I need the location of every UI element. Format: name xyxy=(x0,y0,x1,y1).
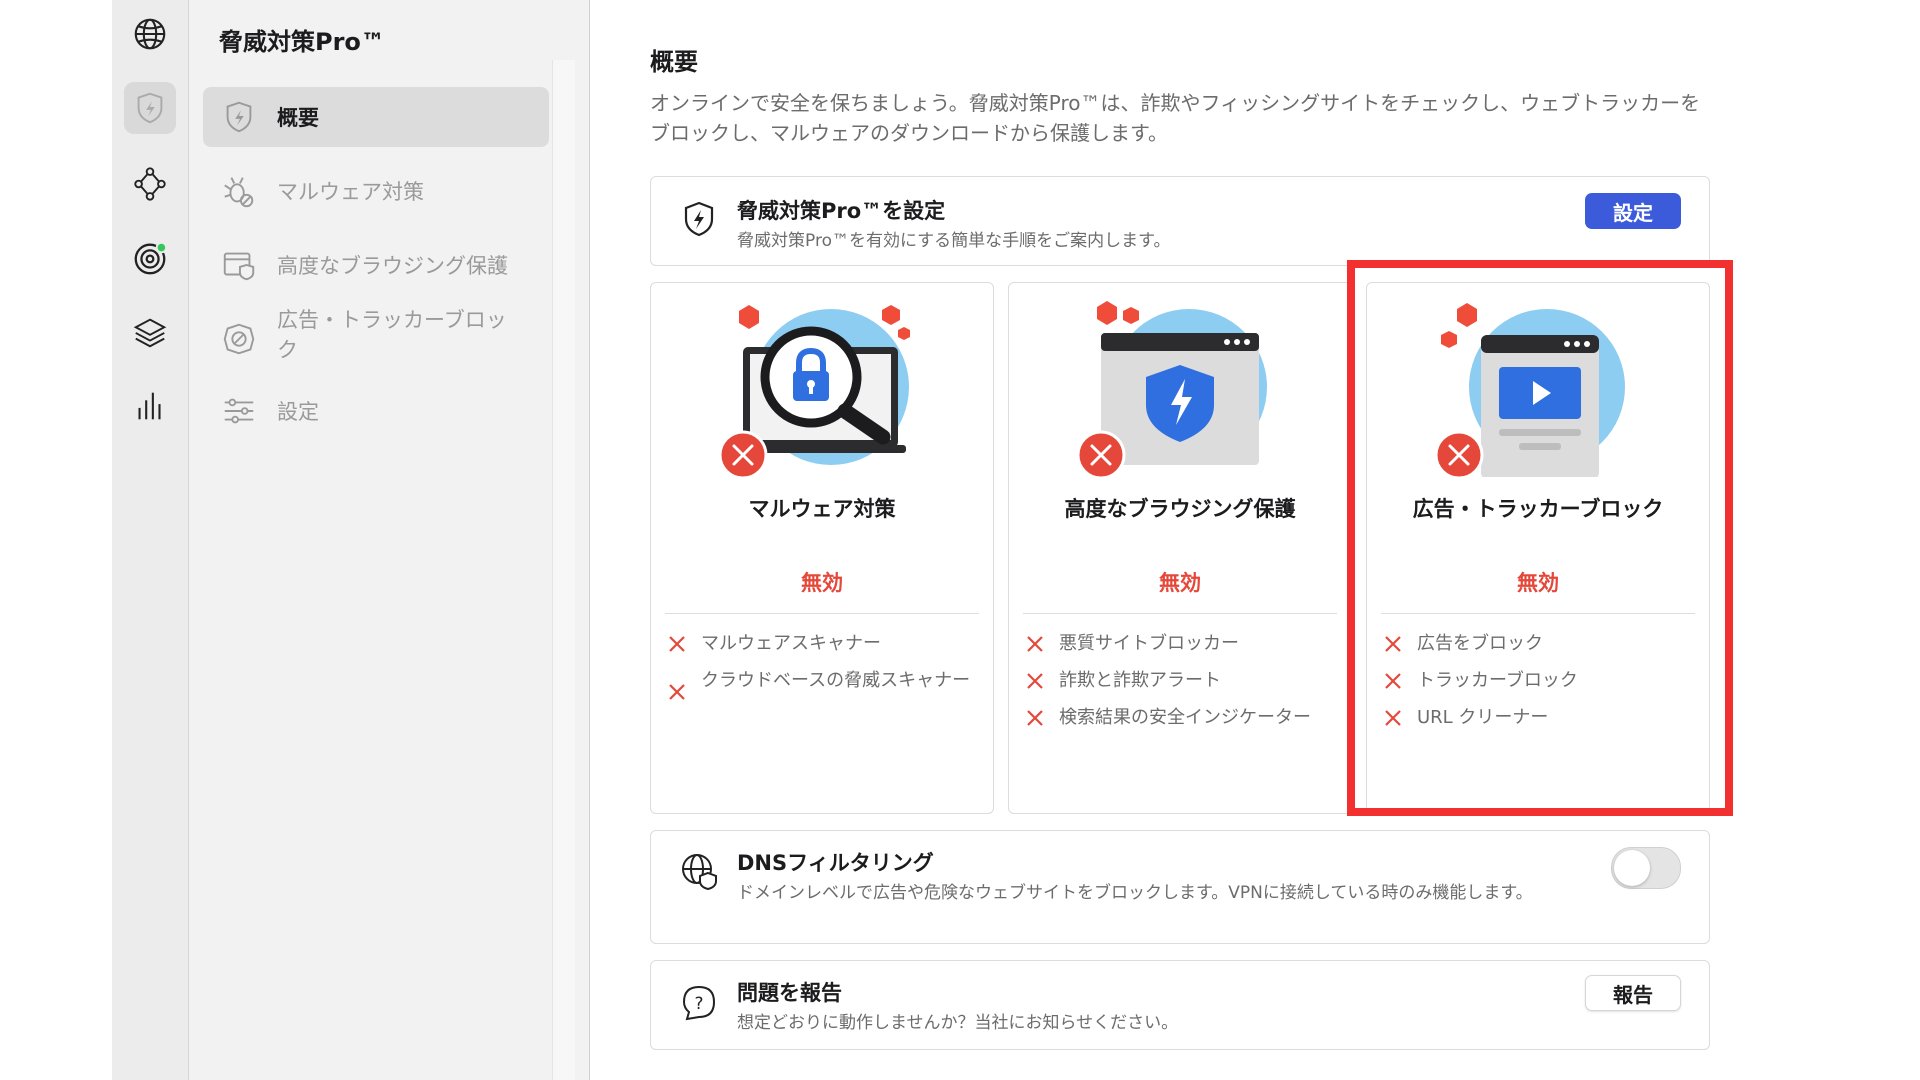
layers-icon xyxy=(133,318,167,348)
page-description: オンラインで安全を保ちましょう。脅威対策Pro™は、詐欺やフィッシングサイトをチ… xyxy=(650,91,1701,145)
list-item-label: 検索結果の安全インジケーター xyxy=(1059,707,1311,728)
feature-list: 悪質サイトブロッカー 詐欺と詐欺アラート 検索結果の安全インジケーター xyxy=(1025,631,1337,742)
sliders-icon xyxy=(219,391,259,431)
rail-globe[interactable] xyxy=(124,8,176,60)
feature-list: マルウェアスキャナー クラウドベースの脅威スキャナー xyxy=(667,631,979,713)
feature-status: 無効 xyxy=(801,571,843,595)
rail-radar[interactable] xyxy=(124,232,176,284)
report-title: 問題を報告 xyxy=(737,981,842,1005)
setup-button[interactable]: 設定 xyxy=(1585,193,1681,229)
list-item: マルウェアスキャナー xyxy=(667,631,979,657)
dns-filtering-card: DNSフィルタリング ドメインレベルで広告や危険なウェブサイトをブロックします。… xyxy=(650,830,1710,944)
dns-subtitle: ドメインレベルで広告や危険なウェブサイトをブロックします。VPNに接続している時… xyxy=(737,883,1533,903)
setup-card: 脅威対策Pro™を設定 脅威対策Pro™を有効にする簡単な手順をご案内します。 … xyxy=(650,176,1710,266)
list-item-label: マルウェアスキャナー xyxy=(701,633,881,654)
list-item-label: 詐欺と詐欺アラート xyxy=(1059,670,1221,691)
block-icon xyxy=(219,319,259,359)
list-item: 悪質サイトブロッカー xyxy=(1025,631,1337,657)
sidebar-item-malware[interactable]: マルウェア対策 xyxy=(203,163,549,219)
report-subtitle: 想定どおりに動作しませんか？当社にお知らせください。 xyxy=(737,1013,1179,1033)
shield-icon xyxy=(219,97,259,137)
rail-layers[interactable] xyxy=(124,306,176,358)
bug-icon xyxy=(219,171,259,211)
setup-title: 脅威対策Pro™を設定 xyxy=(737,199,946,223)
list-item: クラウドベースの脅威スキャナー xyxy=(667,668,979,702)
sidebar-item-label: 高度なブラウジング保護 xyxy=(277,254,508,278)
feature-name: マルウェア対策 xyxy=(748,497,896,521)
malware-scan-illustration xyxy=(721,305,910,477)
sidebar-item-overview[interactable]: 概要 xyxy=(203,87,549,147)
help-bubble-icon: ? xyxy=(682,985,716,1021)
sidebar-item-adblock[interactable]: 広告・トラッカーブロック xyxy=(203,305,549,369)
sidebar-item-label: 概要 xyxy=(277,106,319,130)
feature-status: 無効 xyxy=(1159,571,1201,595)
stats-icon xyxy=(138,392,161,420)
sidebar-item-browsing[interactable]: 高度なブラウジング保護 xyxy=(203,237,549,293)
close-icon xyxy=(1027,710,1043,726)
report-card: ? 問題を報告 想定どおりに動作しませんか？当社にお知らせください。 報告 xyxy=(650,960,1710,1050)
rail-stats[interactable] xyxy=(124,380,176,432)
feature-name: 高度なブラウジング保護 xyxy=(1064,497,1296,521)
divider xyxy=(665,613,979,614)
globe-shield-icon xyxy=(682,854,717,891)
list-item-label: クラウドベースの脅威スキャナー xyxy=(701,670,971,691)
globe-icon xyxy=(134,18,166,50)
close-icon xyxy=(669,684,685,700)
divider xyxy=(1023,613,1337,614)
list-item: 詐欺と詐欺アラート xyxy=(1025,668,1337,694)
svg-text:?: ? xyxy=(694,994,703,1014)
page-title: 概要 xyxy=(650,48,698,76)
close-icon xyxy=(1027,673,1043,689)
sidebar-item-label: マルウェア対策 xyxy=(277,180,424,204)
sidebar-scrollbar[interactable] xyxy=(552,60,575,1080)
rail-threat-protection[interactable] xyxy=(124,82,176,134)
report-button[interactable]: 報告 xyxy=(1585,975,1681,1011)
feature-card-browsing[interactable]: 高度なブラウジング保護 無効 悪質サイトブロッカー 詐欺と詐欺アラート 検索結果… xyxy=(1008,282,1352,814)
shield-bolt-icon xyxy=(684,201,714,237)
browsing-protection-illustration xyxy=(1079,301,1267,477)
close-icon xyxy=(1027,636,1043,652)
list-item-label: 悪質サイトブロッカー xyxy=(1059,633,1239,654)
network-icon xyxy=(134,167,166,201)
list-item: 検索結果の安全インジケーター xyxy=(1025,705,1337,731)
icon-rail xyxy=(112,0,189,1080)
close-icon xyxy=(669,636,685,652)
browser-shield-icon xyxy=(219,245,259,285)
dns-title: DNSフィルタリング xyxy=(737,851,934,875)
sidebar: 脅威対策Pro™ 概要 マルウェア対策 高度なブラウジング保護 広告・トラッカー… xyxy=(189,0,590,1080)
shield-icon xyxy=(137,92,163,124)
sidebar-item-label: 設定 xyxy=(277,400,319,424)
highlight-box xyxy=(1347,260,1733,816)
rail-meshnet[interactable] xyxy=(124,158,176,210)
feature-card-malware[interactable]: マルウェア対策 無効 マルウェアスキャナー クラウドベースの脅威スキャナー xyxy=(650,282,994,814)
setup-subtitle: 脅威対策Pro™を有効にする簡単な手順をご案内します。 xyxy=(737,231,1171,251)
sidebar-item-settings[interactable]: 設定 xyxy=(203,383,549,439)
sidebar-title: 脅威対策Pro™ xyxy=(219,28,385,56)
sidebar-item-label: 広告・トラッカーブロック xyxy=(277,308,507,362)
toggle-knob xyxy=(1614,850,1650,886)
radar-icon xyxy=(134,241,168,275)
dns-toggle[interactable] xyxy=(1611,847,1681,889)
